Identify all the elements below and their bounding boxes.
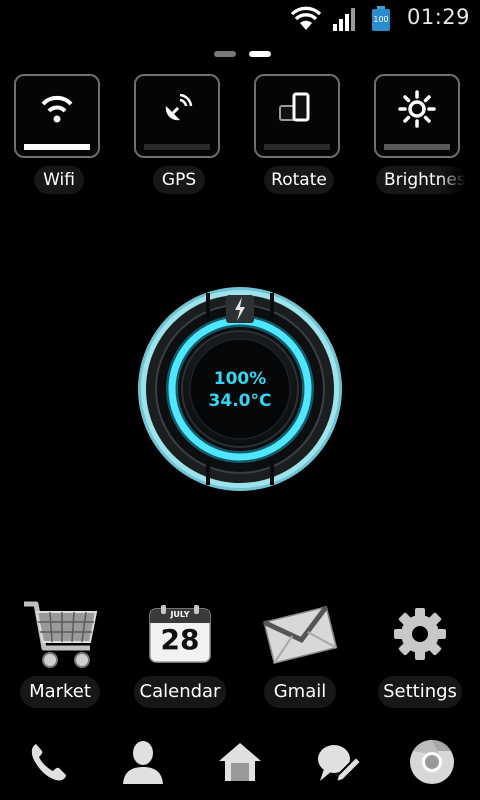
brightness-state-bar [384, 144, 450, 150]
gmail-app[interactable] [252, 598, 348, 670]
calendar-app[interactable]: JULY 28 [132, 598, 228, 670]
battery-ring [138, 287, 342, 491]
market-app[interactable] [12, 598, 108, 670]
app-label-market: Market [20, 676, 100, 708]
battery-temperature: 34.0°C [208, 391, 272, 411]
contacts-icon [123, 741, 163, 784]
clock: 01:29 [406, 5, 470, 29]
wifi-icon [41, 95, 73, 123]
rotate-icon [279, 92, 310, 122]
page-dot-2[interactable] [249, 51, 271, 57]
dock-contacts[interactable] [115, 738, 171, 786]
cart-icon [24, 601, 98, 668]
dock-browser[interactable] [404, 738, 460, 786]
messaging-icon [318, 745, 362, 784]
toggle-label-wifi: Wifi [34, 166, 84, 194]
wifi-state-bar [24, 144, 90, 150]
battery-level-text: 100 [373, 15, 389, 24]
brightness-icon [398, 90, 436, 128]
dock-phone[interactable] [20, 738, 76, 786]
phone-icon [31, 744, 66, 781]
battery-icon: 100 [371, 6, 391, 32]
toggle-label-brightness: Brightness [376, 166, 466, 194]
gps-icon [165, 93, 193, 121]
dock-home[interactable] [212, 738, 268, 786]
rotate-toggle[interactable] [254, 74, 340, 158]
signal-icon [333, 8, 355, 31]
gear-icon [394, 608, 446, 660]
dock-messaging[interactable] [310, 738, 366, 786]
battery-widget[interactable]: 100% 34.0°C [136, 285, 344, 493]
calendar-month: JULY [170, 610, 190, 619]
app-label-settings: Settings [378, 676, 462, 708]
app-label-gmail: Gmail [264, 676, 336, 708]
page-dot-1[interactable] [214, 51, 236, 57]
toggle-label-rotate: Rotate [264, 166, 334, 194]
gps-state-bar [144, 144, 210, 150]
brightness-toggle[interactable] [374, 74, 460, 158]
battery-percent: 100% [213, 369, 267, 389]
home-icon [219, 743, 261, 781]
wifi-toggle[interactable] [14, 74, 100, 158]
calendar-day: 28 [160, 623, 200, 656]
app-label-calendar: Calendar [134, 676, 226, 708]
browser-icon [410, 740, 454, 784]
gmail-icon [263, 605, 338, 664]
status-bar: 100 01:29 [0, 0, 480, 38]
rotate-state-bar [264, 144, 330, 150]
wifi-icon [290, 6, 322, 30]
toggle-label-gps: GPS [153, 166, 205, 194]
calendar-icon: JULY 28 [149, 605, 211, 663]
settings-app[interactable] [372, 598, 468, 670]
gps-toggle[interactable] [134, 74, 220, 158]
